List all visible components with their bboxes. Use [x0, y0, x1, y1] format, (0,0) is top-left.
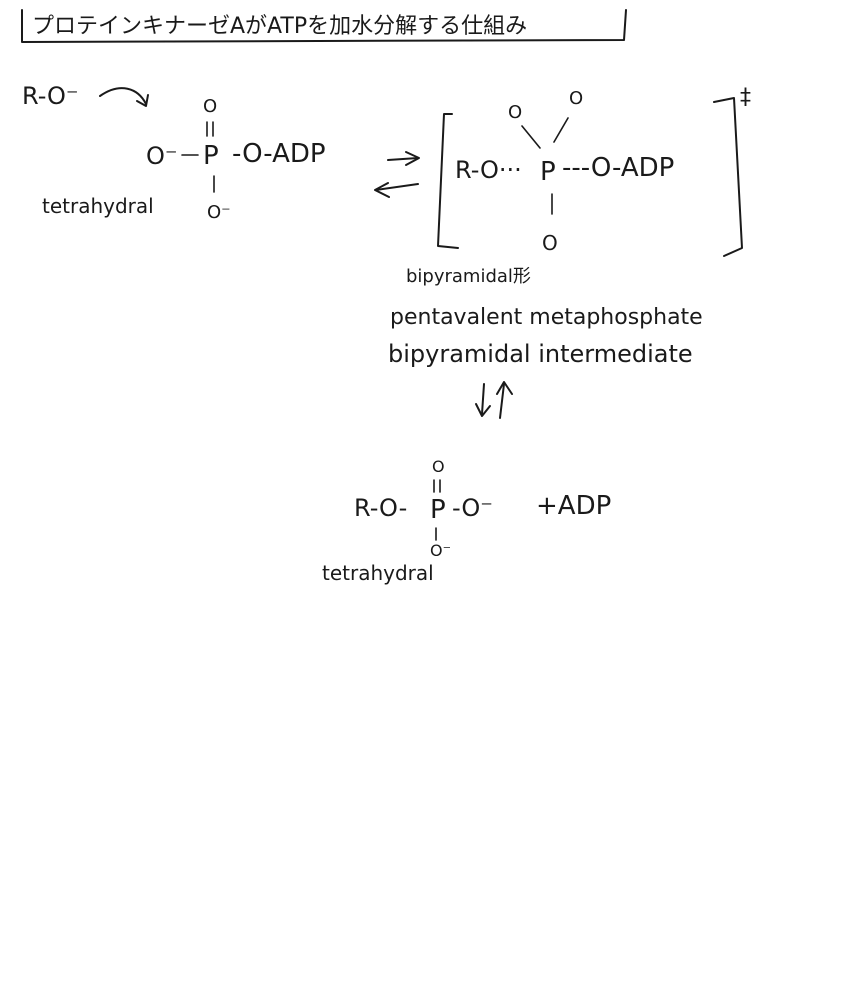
reactant-bottom-o: O⁻ — [207, 202, 231, 223]
attack-arrow-head — [136, 94, 149, 107]
title-text: プロテインキナーゼAがATPを加水分解する仕組み — [32, 14, 527, 39]
ts-left-group: R-O··· — [455, 156, 522, 184]
reactant-geometry-label: tetrahydral — [42, 194, 154, 218]
ts-label-1: bipyramidal形 — [406, 266, 531, 287]
forward-arrow-line — [387, 157, 419, 161]
ts-top-o-1: O — [508, 102, 522, 123]
ts-bottom-o: O — [542, 231, 558, 255]
product: O R-O- P -O⁻ +ADP O⁻ tetrahydral — [322, 457, 611, 585]
down-arrow-line — [481, 383, 485, 415]
product-plus-adp: +ADP — [536, 491, 611, 521]
product-phosphorus: P — [430, 495, 446, 525]
reactant-phosphorus: P — [203, 141, 219, 171]
product-left-group: R-O- — [354, 494, 407, 522]
reactant-phosphate: O O⁻ P -O-ADP O⁻ tetrahydral — [42, 96, 326, 223]
ts-label-3: bipyramidal intermediate — [388, 340, 693, 368]
ts-top-o-2: O — [569, 88, 583, 109]
down-up-arrow — [475, 381, 513, 419]
equilibrium-arrows — [374, 151, 420, 198]
title-box: プロテインキナーゼAがATPを加水分解する仕組み — [21, 9, 627, 43]
ts-phosphorus: P — [540, 157, 556, 187]
product-geometry-label: tetrahydral — [322, 561, 434, 585]
product-right-group: -O⁻ — [452, 494, 493, 522]
product-top-o: O — [432, 457, 445, 476]
transition-state: ‡ O O R-O··· P ---O-ADP O — [437, 85, 751, 257]
reactant-bridge-adp: -O-ADP — [232, 139, 326, 169]
product-bottom-o: O⁻ — [430, 541, 451, 560]
ts-labels: bipyramidal形 pentavalent metaphosphate b… — [388, 266, 703, 368]
mechanism-diagram: プロテインキナーゼAがATPを加水分解する仕組み R-O⁻ O O⁻ P -O-… — [21, 9, 751, 585]
reactant-left-o: O⁻ — [146, 142, 178, 170]
ts-label-2: pentavalent metaphosphate — [390, 305, 703, 330]
ts-bond-top-right — [553, 117, 569, 143]
ts-bond-top-left — [521, 125, 541, 149]
nucleophile: R-O⁻ — [22, 82, 149, 110]
nucleophile-label: R-O⁻ — [22, 82, 79, 110]
ts-right-bracket — [713, 97, 743, 257]
reactant-top-o: O — [203, 96, 217, 117]
ts-right-group: ---O-ADP — [562, 153, 674, 183]
ts-dagger: ‡ — [740, 85, 751, 110]
